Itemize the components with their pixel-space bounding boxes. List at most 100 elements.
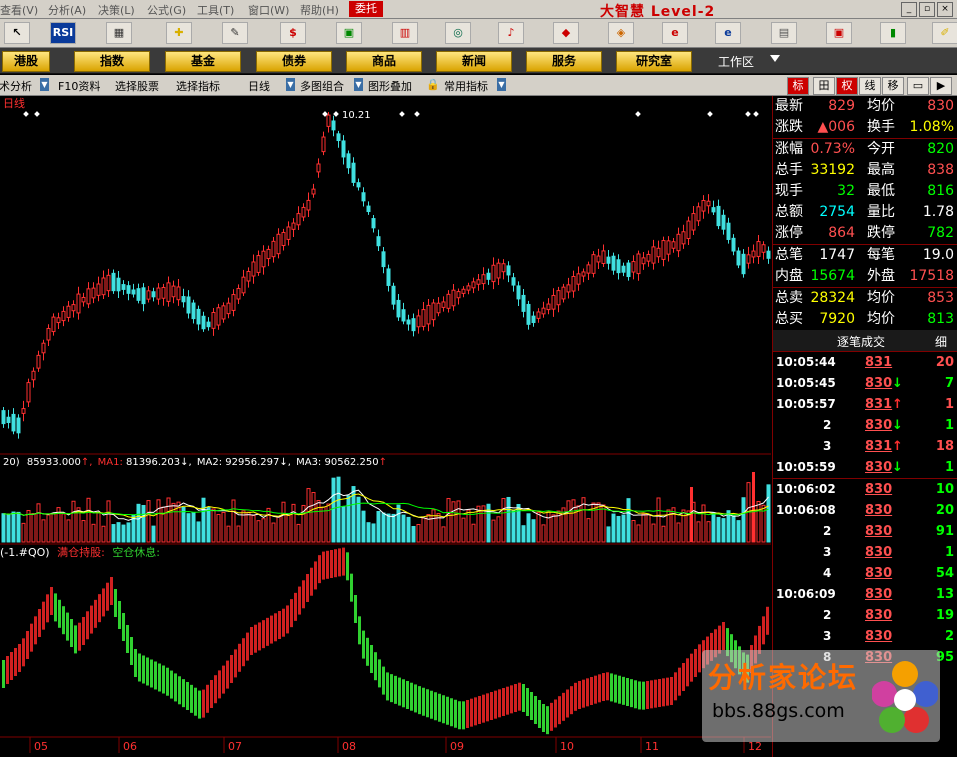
arrow-tool-icon[interactable]: ↖	[4, 22, 30, 44]
rsi-button[interactable]: RSI	[50, 22, 76, 44]
binoculars-icon[interactable]: ◎	[445, 22, 471, 44]
indicator-bar	[142, 655, 145, 684]
volume-bar	[726, 510, 731, 543]
chevron-down-icon[interactable]: ▼	[497, 78, 506, 91]
chart-area[interactable]: 日线 10.21 05 06 07 08 09 10 11 12 20) 85933.000↑…	[0, 96, 771, 757]
arrow-right-icon[interactable]: ▶	[930, 77, 952, 95]
menu-formula[interactable]: 公式(G)	[147, 2, 186, 18]
nav-commodity[interactable]: 商品	[346, 51, 422, 72]
tab-move[interactable]: 移	[882, 77, 904, 95]
candle-body	[301, 206, 306, 218]
tick-row[interactable]: 10:05:44 831 20	[773, 352, 957, 373]
chevron-down-icon[interactable]: ▼	[354, 78, 363, 91]
document-icon[interactable]: ▤	[771, 22, 797, 44]
tick-volume: 20	[935, 503, 954, 518]
chevron-down-icon[interactable]: ▼	[286, 78, 295, 91]
tick-price: 830	[865, 460, 893, 475]
func-overlay[interactable]: 图形叠加	[368, 78, 412, 94]
diamond-icon[interactable]: ◈	[608, 22, 634, 44]
nav-hk-stock[interactable]: 港股	[2, 51, 50, 72]
candle-body	[601, 250, 606, 264]
restore-icon[interactable]: ▫	[919, 2, 935, 17]
tab-mark[interactable]: 标	[787, 77, 809, 95]
close-icon[interactable]: ×	[937, 2, 953, 17]
kline-chart[interactable]: 日线 10.21 05 06 07 08 09 10 11 12 20) 85933.000↑…	[0, 96, 771, 757]
nav-bond[interactable]: 债券	[256, 51, 332, 72]
nav-news[interactable]: 新闻	[436, 51, 512, 72]
tick-row[interactable]: 2 830 91	[773, 521, 957, 542]
books-icon[interactable]: ▮	[880, 22, 906, 44]
func-tech-analysis[interactable]: 技术分析	[0, 78, 32, 94]
volume-bar	[156, 499, 161, 543]
candle-body	[696, 206, 701, 222]
menu-analysis[interactable]: 分析(A)	[48, 2, 86, 18]
dollar-button[interactable]: $	[280, 22, 306, 44]
money-icon[interactable]: ▣	[336, 22, 362, 44]
tick-row[interactable]: 2 830 19	[773, 605, 957, 626]
tick-row[interactable]: 3 830 2	[773, 626, 957, 647]
tab-rights[interactable]: 权	[836, 77, 858, 95]
grid-icon[interactable]: ▦	[106, 22, 132, 44]
nav-index[interactable]: 指数	[74, 51, 150, 72]
tab-line[interactable]: 线	[859, 77, 881, 95]
menu-tools[interactable]: 工具(T)	[197, 2, 234, 18]
indicator-bar	[238, 643, 241, 672]
e-blue-icon[interactable]: e	[715, 22, 741, 44]
func-select-indicator[interactable]: 选择指标	[176, 78, 220, 94]
tick-row[interactable]: 3 831 ↑ 18	[773, 436, 957, 457]
tab-grid[interactable]: 田	[813, 77, 835, 95]
tick-row[interactable]: 2 830 ↓ 1	[773, 415, 957, 436]
quote-value: 2754	[819, 204, 855, 220]
workarea-dropdown-icon[interactable]	[770, 55, 780, 62]
candle-body	[196, 308, 201, 325]
tick-row[interactable]: 10:06:08 830 20	[773, 500, 957, 521]
func-daily[interactable]: 日线	[248, 78, 270, 94]
e-red-icon[interactable]: e	[662, 22, 688, 44]
candle-body	[361, 192, 366, 202]
tick-row[interactable]: 3 830 1	[773, 542, 957, 563]
ruler-icon[interactable]: ✎	[222, 22, 248, 44]
nav-fund[interactable]: 基金	[165, 51, 241, 72]
tick-header-title[interactable]: 逐笔成交	[837, 333, 885, 350]
menu-window[interactable]: 窗口(W)	[248, 2, 289, 18]
volume-bar	[101, 525, 106, 543]
func-select-stock[interactable]: 选择股票	[115, 78, 159, 94]
volume-bar	[146, 500, 151, 543]
tick-list[interactable]: 10:05:44 831 20 10:05:45 830 ↓ 7 10:05:57 831 ↑ 1 2…	[773, 352, 957, 668]
func-multi-chart[interactable]: 多图组合	[300, 78, 344, 94]
entrust-button[interactable]: 委托	[349, 1, 383, 17]
menu-help[interactable]: 帮助(H)	[300, 2, 339, 18]
minimize-icon[interactable]: _	[901, 2, 917, 17]
tick-row[interactable]: 4 830 54	[773, 563, 957, 584]
cross-icon[interactable]: ✚	[166, 22, 192, 44]
tick-detail-tab[interactable]: 细	[935, 333, 947, 350]
menu-view[interactable]: 查看(V)	[0, 2, 38, 18]
bell-icon[interactable]: ♪	[498, 22, 524, 44]
volume-bar	[466, 509, 471, 543]
indicator-bar	[262, 620, 265, 649]
func-common-indicator[interactable]: 常用指标	[444, 78, 488, 94]
signal-marker	[635, 111, 641, 117]
window-icon[interactable]: ▣	[826, 22, 852, 44]
candle-body	[181, 296, 186, 303]
stripes-icon[interactable]: ▥	[392, 22, 418, 44]
tick-row[interactable]: 10:06:09 830 13	[773, 584, 957, 605]
pencil-icon[interactable]: ✐	[932, 22, 957, 44]
tick-row[interactable]: 10:06:02 830 10	[773, 479, 957, 500]
lock-icon[interactable]: 🔒	[426, 78, 440, 91]
tick-row[interactable]: 10:05:59 830 ↓ 1	[773, 457, 957, 478]
shield-icon[interactable]: ◆	[553, 22, 579, 44]
nav-service[interactable]: 服务	[526, 51, 602, 72]
maximize-icon[interactable]: ▭	[907, 77, 929, 95]
volume-bar	[196, 521, 201, 543]
menu-decision[interactable]: 决策(L)	[98, 2, 135, 18]
candle-body	[646, 253, 651, 262]
tick-row[interactable]: 10:05:45 830 ↓ 7	[773, 373, 957, 394]
indicator-bar	[446, 696, 449, 725]
volume-bar	[586, 518, 591, 543]
func-f10[interactable]: F10资料	[58, 78, 100, 94]
tick-row[interactable]: 10:05:57 831 ↑ 1	[773, 394, 957, 415]
chevron-down-icon[interactable]: ▼	[40, 78, 49, 91]
nav-research[interactable]: 研究室	[616, 51, 692, 72]
workarea-label[interactable]: 工作区	[718, 53, 754, 70]
